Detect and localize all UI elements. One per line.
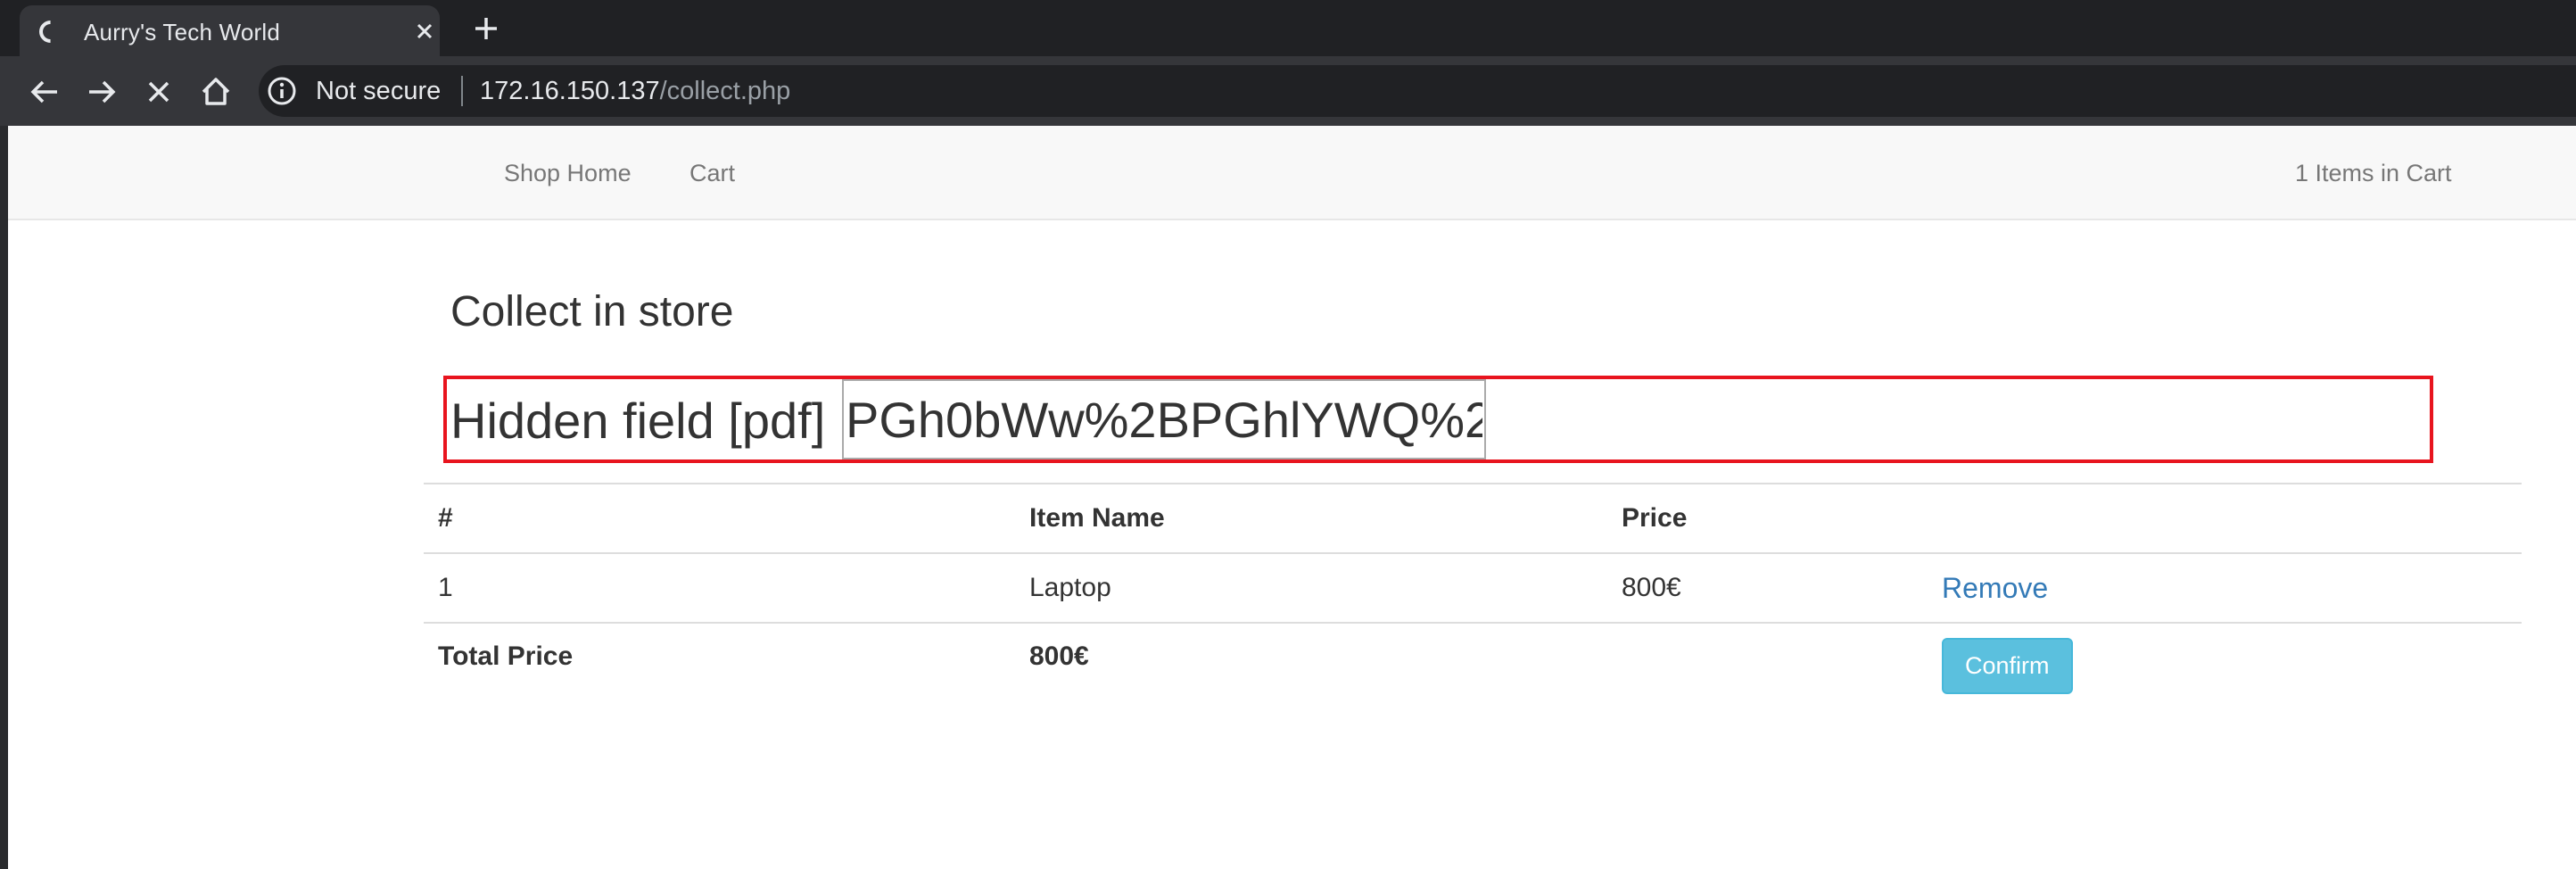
table-row: 1 Laptop 800€ Remove [424, 553, 2522, 623]
row-item-name: Laptop [1029, 573, 1111, 602]
url-path: /collect.php [659, 77, 791, 105]
header-item-name: Item Name [1015, 483, 1607, 554]
web-page: Shop Home Cart 1 Items in Cart Collect i… [0, 126, 2576, 869]
total-label: Total Price [424, 622, 1015, 712]
cart-count-link[interactable]: 1 Items in Cart [2295, 160, 2452, 187]
address-bar-divider [461, 76, 463, 106]
browser-tab-strip: Aurry's Tech World [0, 0, 2576, 56]
header-number: # [424, 483, 1015, 554]
header-action [1928, 483, 2522, 554]
security-indicator[interactable]: Not secure [316, 77, 441, 106]
nav-cart[interactable]: Cart [689, 160, 735, 187]
remove-link[interactable]: Remove [1942, 572, 2048, 604]
total-row: Total Price 800€ Confirm [424, 622, 2522, 712]
loading-spinner-icon [34, 15, 67, 48]
site-info-icon[interactable] [266, 75, 298, 107]
url-host: 172.16.150.137 [480, 77, 660, 105]
close-tab-icon[interactable] [412, 19, 437, 44]
total-value: 800€ [1015, 622, 1607, 712]
new-tab-icon[interactable] [468, 13, 504, 44]
forward-arrow-icon[interactable] [84, 74, 120, 110]
header-price: Price [1607, 483, 1928, 554]
empty-cell [1607, 622, 1928, 712]
row-number: 1 [438, 573, 453, 602]
home-icon[interactable] [198, 74, 234, 110]
stop-loading-icon[interactable] [141, 74, 177, 110]
hidden-pdf-field[interactable] [842, 379, 1486, 459]
hidden-field-highlight: Hidden field [pdf] [443, 376, 2433, 463]
table-header-row: # Item Name Price [424, 483, 2522, 554]
nav-shop-home[interactable]: Shop Home [504, 160, 632, 187]
cart-table: # Item Name Price 1 Laptop 800€ Remove T… [424, 483, 2522, 712]
back-arrow-icon[interactable] [27, 74, 62, 110]
url-text[interactable]: 172.16.150.137/collect.php [480, 77, 790, 106]
tab-title: Aurry's Tech World [84, 19, 281, 46]
hidden-field-label: Hidden field [pdf] [450, 393, 826, 449]
shop-navbar: Shop Home Cart 1 Items in Cart [8, 126, 2576, 220]
page-title: Collect in store [450, 288, 734, 335]
row-price: 800€ [1622, 573, 1681, 602]
confirm-button[interactable]: Confirm [1942, 638, 2073, 694]
browser-tab[interactable]: Aurry's Tech World [20, 5, 440, 56]
